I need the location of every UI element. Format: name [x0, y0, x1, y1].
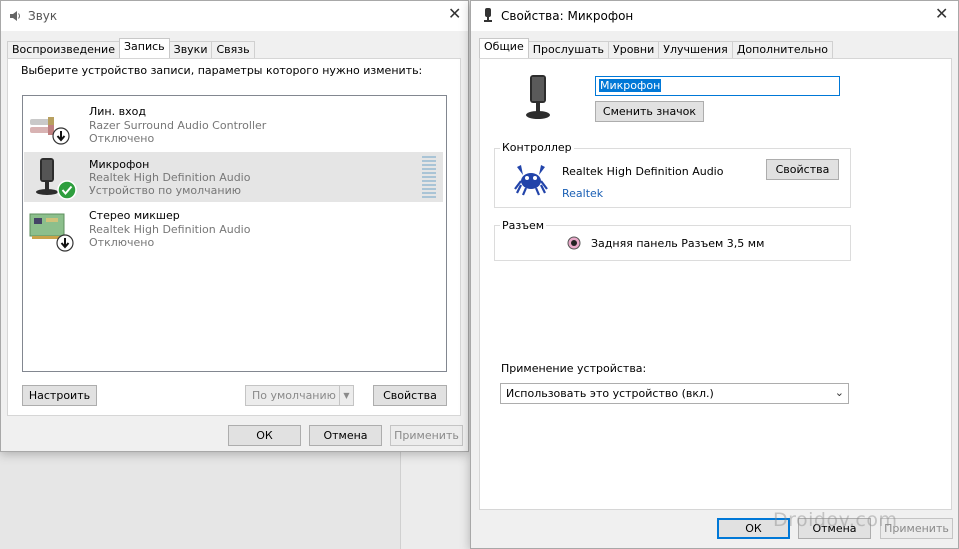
device-driver: Realtek High Definition Audio [89, 171, 251, 184]
apply-button[interactable]: Применить [390, 425, 463, 446]
chevron-down-icon: ⌄ [834, 386, 844, 399]
microphone-icon [36, 158, 77, 200]
tab-general[interactable]: Общие [479, 38, 529, 58]
tab-playback[interactable]: Воспроизведение [7, 41, 120, 58]
watermark: Droidov.com [773, 509, 898, 531]
device-name: Лин. вход [89, 105, 146, 118]
properties-close-button[interactable]: ✕ [935, 4, 948, 23]
list-item[interactable]: Стерео микшер Realtek High Definition Au… [24, 204, 445, 256]
general-tab-panel: Микрофон Сменить значок Контроллер Realt… [479, 58, 952, 510]
change-icon-button[interactable]: Сменить значок [595, 101, 704, 122]
device-status: Отключено [89, 132, 155, 145]
microphone-large-icon [526, 75, 550, 119]
device-list[interactable]: Лин. вход Razer Surround Audio Controlle… [22, 95, 447, 372]
tab-recording[interactable]: Запись [118, 38, 170, 58]
cancel-button[interactable]: Отмена [309, 425, 382, 446]
device-name: Микрофон [89, 158, 150, 171]
sound-window: Звук ✕ Воспроизведение Запись Звуки Связ… [0, 0, 469, 452]
controller-properties-button[interactable]: Свойства [766, 159, 839, 180]
device-status: Устройство по умолчанию [89, 184, 242, 197]
tab-levels[interactable]: Уровни [608, 41, 660, 58]
device-driver: Razer Surround Audio Controller [89, 119, 267, 132]
configure-button[interactable]: Настроить [22, 385, 97, 406]
set-default-label: По умолчанию [252, 389, 336, 402]
device-name-input[interactable]: Микрофон [595, 76, 840, 96]
usage-label: Применение устройства: [501, 362, 647, 375]
list-item[interactable]: Лин. вход Razer Surround Audio Controlle… [24, 99, 445, 151]
jack-value: Задняя панель Разъем 3,5 мм [591, 237, 765, 250]
device-driver: Realtek High Definition Audio [89, 223, 251, 236]
properties-titlebar: Свойства: Микрофон ✕ [471, 1, 958, 31]
sound-close-button[interactable]: ✕ [448, 4, 461, 23]
sound-titlebar: Звук ✕ [1, 1, 468, 31]
dropdown-arrow-icon[interactable]: ▼ [339, 386, 353, 405]
stereo-mix-card-icon [29, 213, 74, 252]
properties-window-title: Свойства: Микрофон [501, 9, 634, 23]
controller-name: Realtek High Definition Audio [562, 165, 724, 178]
speaker-icon [10, 11, 20, 21]
sound-tabs: Воспроизведение Запись Звуки Связь [7, 38, 255, 58]
jack-group-label: Разъем [500, 219, 547, 232]
usage-select[interactable]: Использовать это устройство (вкл.) ⌄ [500, 383, 849, 404]
list-item-selected[interactable]: Микрофон Realtek High Definition Audio У… [24, 152, 443, 202]
controller-link[interactable]: Realtek [562, 187, 603, 200]
tab-communications[interactable]: Связь [211, 41, 255, 58]
tab-listen[interactable]: Прослушать [527, 41, 610, 58]
realtek-crab-icon [514, 165, 548, 196]
microphone-small-icon [484, 8, 492, 22]
tab-sounds[interactable]: Звуки [168, 41, 213, 58]
desktop-background [0, 452, 400, 549]
line-in-jack-icon [30, 117, 70, 145]
set-default-button[interactable]: По умолчанию ▼ [245, 385, 354, 406]
level-meter [422, 156, 436, 198]
properties-window: Свойства: Микрофон ✕ Общие Прослушать Ур… [470, 0, 959, 549]
device-status: Отключено [89, 236, 155, 249]
sound-window-title: Звук [28, 9, 58, 23]
usage-select-value: Использовать это устройство (вкл.) [506, 387, 714, 400]
controller-group-label: Контроллер [500, 141, 574, 154]
device-name-input-value: Микрофон [599, 79, 662, 92]
jack-pink-icon [567, 236, 581, 250]
properties-button[interactable]: Свойства [373, 385, 447, 406]
desktop-divider [400, 452, 401, 549]
ok-button[interactable]: ОК [228, 425, 301, 446]
tab-enhancements[interactable]: Улучшения [658, 41, 733, 58]
device-name: Стерео микшер [89, 209, 180, 222]
tab-advanced[interactable]: Дополнительно [731, 41, 834, 58]
recording-tab-panel: Выберите устройство записи, параметры ко… [7, 58, 461, 416]
instruction-text: Выберите устройство записи, параметры ко… [21, 64, 423, 77]
properties-tabs: Общие Прослушать Уровни Улучшения Дополн… [479, 38, 834, 58]
